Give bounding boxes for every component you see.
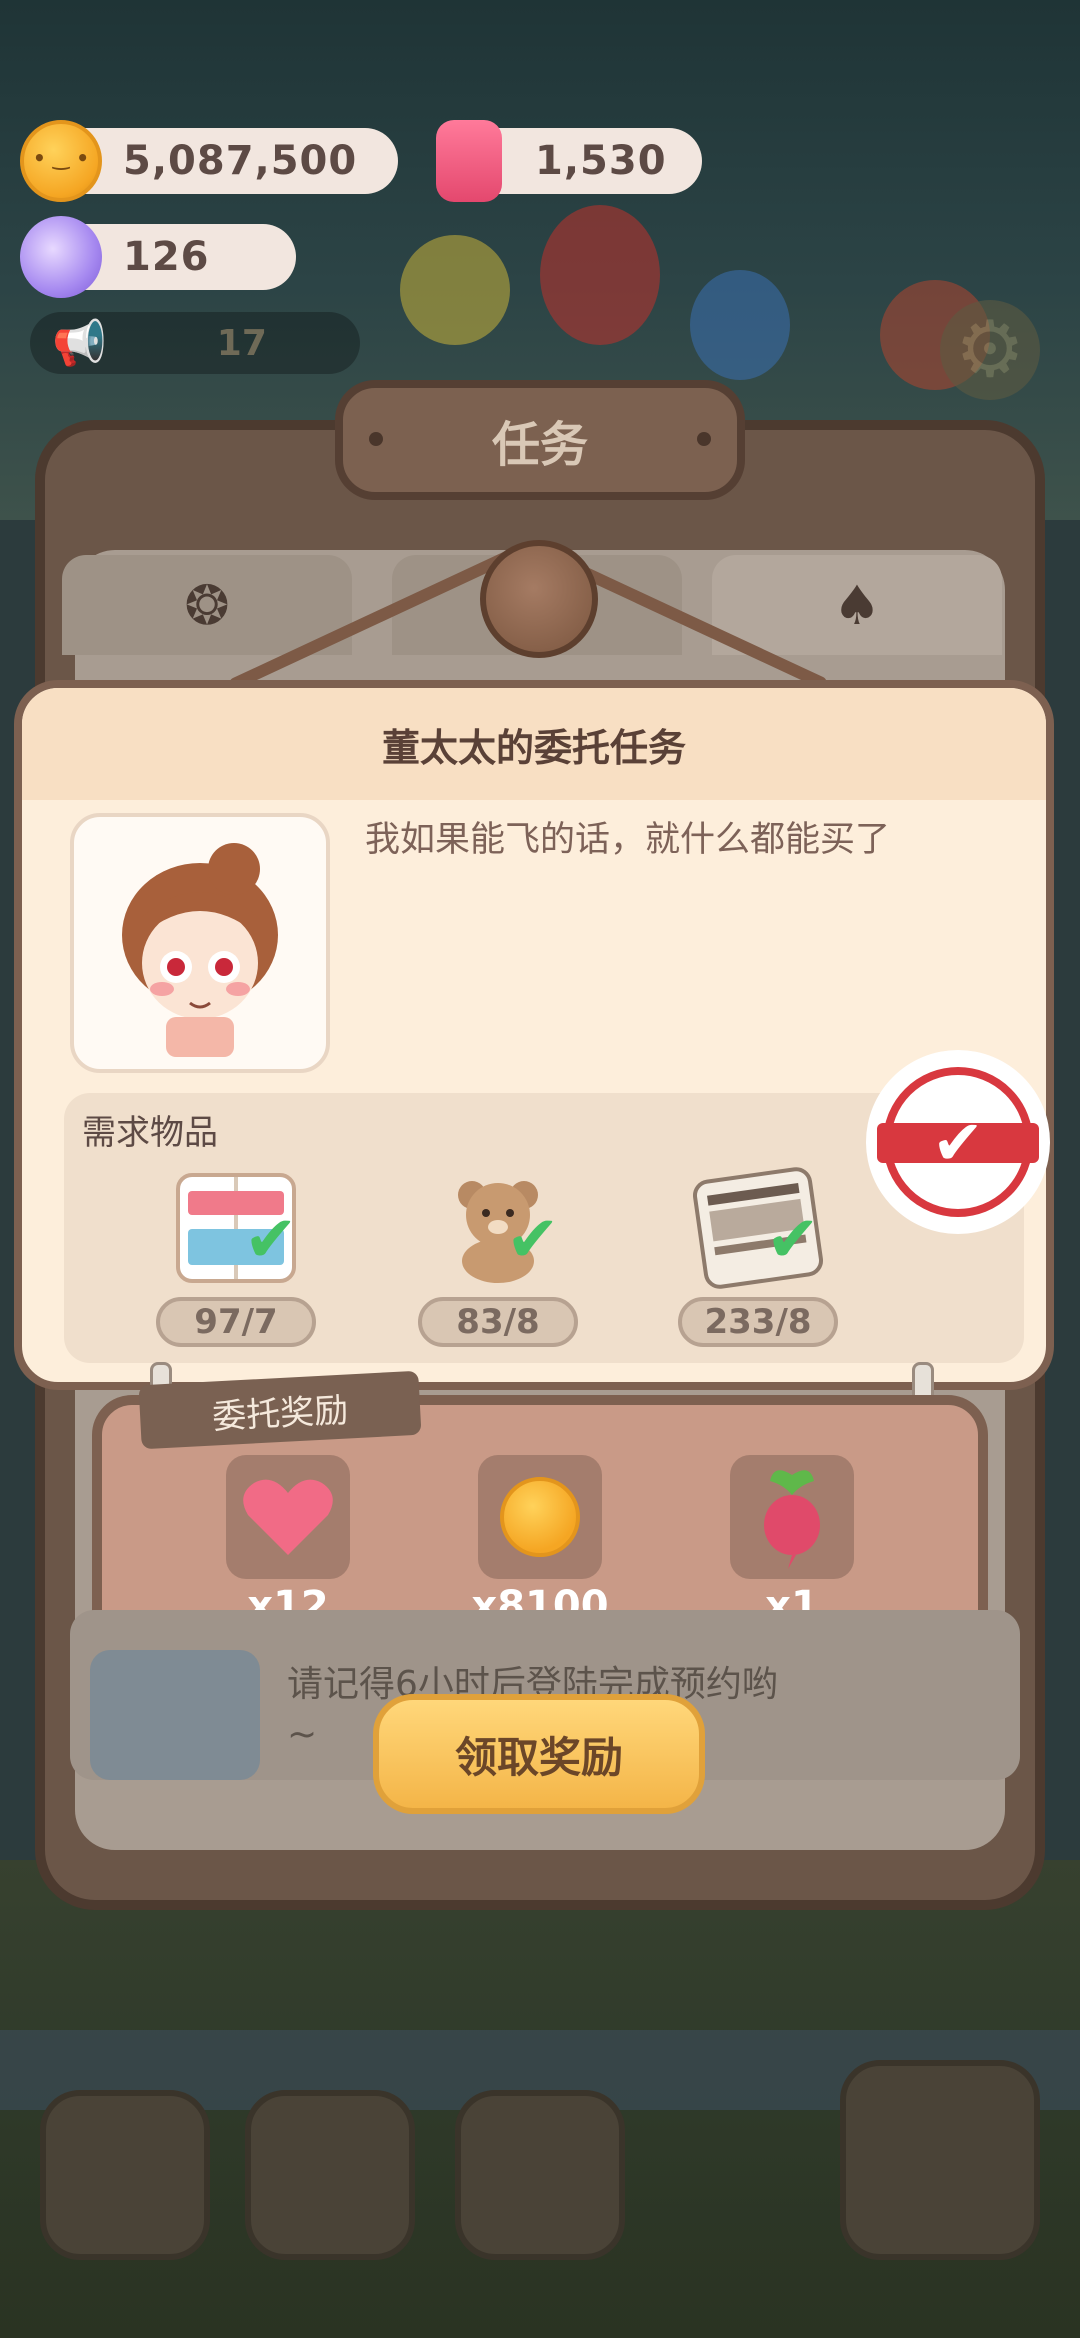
reward-radish[interactable] <box>730 1455 854 1579</box>
coin-amount: 5,087,500 <box>123 138 358 184</box>
requirement-count: 233/8 <box>678 1297 838 1347</box>
candle-icon <box>436 120 502 202</box>
tab-commission[interactable]: ♠ <box>712 555 1002 655</box>
checkmark-icon: ✔ <box>244 1203 298 1277</box>
stamp-check-icon: ✔ <box>932 1105 984 1179</box>
tab-achievement[interactable]: ❂ <box>62 555 352 655</box>
cookie-coin-icon <box>20 120 102 202</box>
balloon-decoration <box>400 235 510 345</box>
nav-notebook-button[interactable] <box>245 2090 415 2260</box>
npc-quote: 我如果能飞的话，就什么都能买了 <box>365 820 891 860</box>
message-count: 17 <box>216 322 267 364</box>
message-counter[interactable]: 📢 17 <box>30 312 360 374</box>
requirement-item[interactable]: ✔ 97/7 <box>156 1173 326 1353</box>
cookie-coin-icon <box>500 1477 580 1557</box>
requirement-item[interactable]: ✔ 83/8 <box>418 1173 588 1353</box>
candle-amount: 1,530 <box>535 138 667 184</box>
requirement-count: 83/8 <box>418 1297 578 1347</box>
balloon-decoration <box>540 205 660 345</box>
nav-adventure-button[interactable] <box>455 2090 625 2260</box>
completed-stamp: ✔ <box>866 1050 1050 1234</box>
girl-avatar-icon <box>122 843 278 1057</box>
koala-avatar-icon <box>90 1650 260 1780</box>
board-title: 任务 <box>335 380 745 500</box>
candy-amount: 126 <box>123 234 210 280</box>
balloon-decoration <box>690 270 790 380</box>
heart-icon <box>243 1479 333 1555</box>
requirement-item[interactable]: ✔ 233/8 <box>678 1165 848 1353</box>
candy-counter[interactable]: 126 <box>20 216 296 298</box>
reward-heart[interactable] <box>226 1455 350 1579</box>
nav-stage-button[interactable] <box>840 2060 1040 2260</box>
settings-gear-icon[interactable]: ⚙ <box>940 300 1040 400</box>
coin-counter[interactable]: 5,087,500 <box>20 120 398 202</box>
candle-counter[interactable]: 1,530 <box>436 120 702 202</box>
claim-reward-button[interactable]: 领取奖励 <box>373 1694 705 1814</box>
radish-icon <box>764 1470 820 1569</box>
dialog-title: 董太太的委托任务 <box>22 688 1046 800</box>
hanger-knob <box>480 540 598 658</box>
checkmark-icon: ✔ <box>766 1203 820 1277</box>
commission-dialog: 董太太的委托任务 我如果能飞的话，就什么都能买了 需求物品 ✔ 97/7 ✔ 8… <box>14 680 1054 1390</box>
medal-icon: ❂ <box>184 573 230 637</box>
megaphone-icon: 📢 <box>52 318 107 369</box>
candy-icon <box>20 216 102 298</box>
requirements-label: 需求物品 <box>82 1113 218 1153</box>
requirement-count: 97/7 <box>156 1297 316 1347</box>
checkmark-icon: ✔ <box>506 1203 560 1277</box>
nav-house-button[interactable] <box>40 2090 210 2260</box>
bag-icon: ♠ <box>832 573 882 637</box>
stamp-ring: ✔ <box>877 1067 1039 1217</box>
npc-portrait <box>70 813 330 1073</box>
reward-cookie-coin[interactable] <box>478 1455 602 1579</box>
